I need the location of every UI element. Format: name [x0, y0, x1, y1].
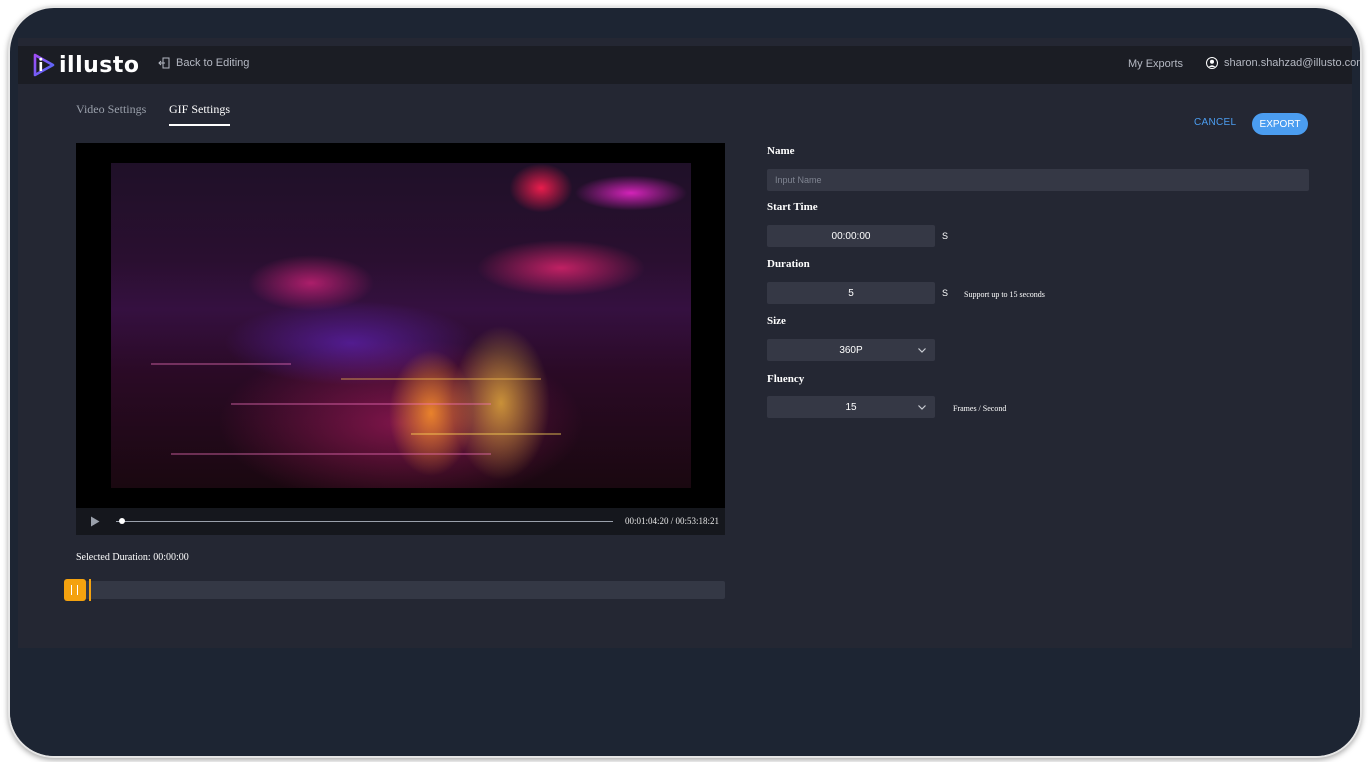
export-button[interactable]: EXPORT	[1252, 113, 1308, 135]
fluency-unit: Frames / Second	[953, 404, 1007, 413]
play-icon[interactable]	[90, 516, 100, 527]
start-time-unit: S	[942, 231, 949, 241]
back-to-editing-link[interactable]: Back to Editing	[158, 57, 249, 69]
user-email: sharon.shahzad@illusto.com	[1224, 57, 1362, 69]
player-controls: 00:01:04:20 / 00:53:18:21	[76, 508, 725, 535]
tab-gif-settings[interactable]: GIF Settings	[169, 102, 231, 126]
cancel-button[interactable]: CANCEL	[1194, 117, 1236, 128]
bottom-area	[10, 648, 1360, 756]
tab-video-settings[interactable]: Video Settings	[76, 102, 146, 124]
exit-door-icon	[158, 57, 170, 69]
duration-label: Duration	[767, 258, 810, 270]
app-screen: illusto Back to Editing My Exports sharo…	[18, 38, 1360, 648]
chevron-down-icon	[918, 405, 926, 410]
logo[interactable]: illusto	[32, 50, 140, 80]
trim-end-marker[interactable]	[89, 579, 91, 601]
start-time-input[interactable]: 00:00:00	[767, 225, 935, 247]
device-frame: illusto Back to Editing My Exports sharo…	[8, 6, 1362, 758]
user-avatar-icon	[1206, 57, 1218, 69]
video-player: 00:01:04:20 / 00:53:18:21	[76, 143, 725, 535]
user-menu[interactable]: sharon.shahzad@illusto.com	[1206, 57, 1362, 69]
trim-timeline[interactable]	[64, 579, 725, 601]
size-select[interactable]: 360P	[767, 339, 935, 361]
selected-duration: Selected Duration: 00:00:00	[76, 552, 189, 563]
my-exports-link[interactable]: My Exports	[1128, 58, 1183, 70]
name-input[interactable]	[767, 169, 1309, 191]
chevron-down-icon	[918, 348, 926, 353]
logo-text: illusto	[59, 52, 140, 78]
size-selected-value: 360P	[839, 344, 863, 356]
top-bar: illusto Back to Editing My Exports sharo…	[18, 46, 1360, 84]
fluency-select[interactable]: 15	[767, 396, 935, 418]
start-time-label: Start Time	[767, 201, 818, 213]
seek-bar[interactable]	[116, 521, 613, 522]
timecode: 00:01:04:20 / 00:53:18:21	[625, 516, 720, 526]
illusto-play-logo-icon	[33, 53, 55, 77]
name-label: Name	[767, 145, 795, 157]
trim-start-handle[interactable]	[64, 579, 86, 601]
duration-input[interactable]: 5	[767, 282, 935, 304]
fluency-label: Fluency	[767, 373, 805, 385]
duration-unit: S	[942, 288, 949, 298]
fluency-selected-value: 15	[845, 401, 857, 413]
back-to-editing-label: Back to Editing	[176, 57, 250, 69]
duration-note: Support up to 15 seconds	[964, 290, 1045, 299]
video-frame[interactable]	[111, 163, 691, 488]
seek-handle[interactable]	[119, 518, 125, 524]
size-label: Size	[767, 315, 786, 327]
